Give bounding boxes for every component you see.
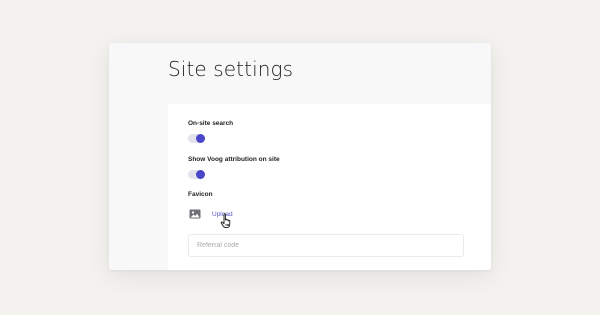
hand-pointer-icon: [220, 213, 231, 229]
stage: Site settings On-site search Show Voog a…: [0, 0, 600, 315]
page-title: Site settings: [168, 57, 294, 81]
settings-panel: On-site search Show Voog attribution on …: [168, 104, 491, 270]
toggle-knob: [196, 134, 205, 143]
toggle-knob: [196, 170, 205, 179]
settings-window: Site settings On-site search Show Voog a…: [109, 43, 491, 270]
image-icon: [189, 209, 201, 219]
voog-attribution-label: Show Voog attribution on site: [188, 156, 280, 163]
voog-attribution-toggle[interactable]: [188, 170, 205, 179]
referral-code-input[interactable]: [188, 234, 464, 257]
onsite-search-label: On-site search: [188, 120, 234, 127]
onsite-search-toggle[interactable]: [188, 134, 205, 143]
favicon-label: Favicon: [188, 191, 213, 198]
